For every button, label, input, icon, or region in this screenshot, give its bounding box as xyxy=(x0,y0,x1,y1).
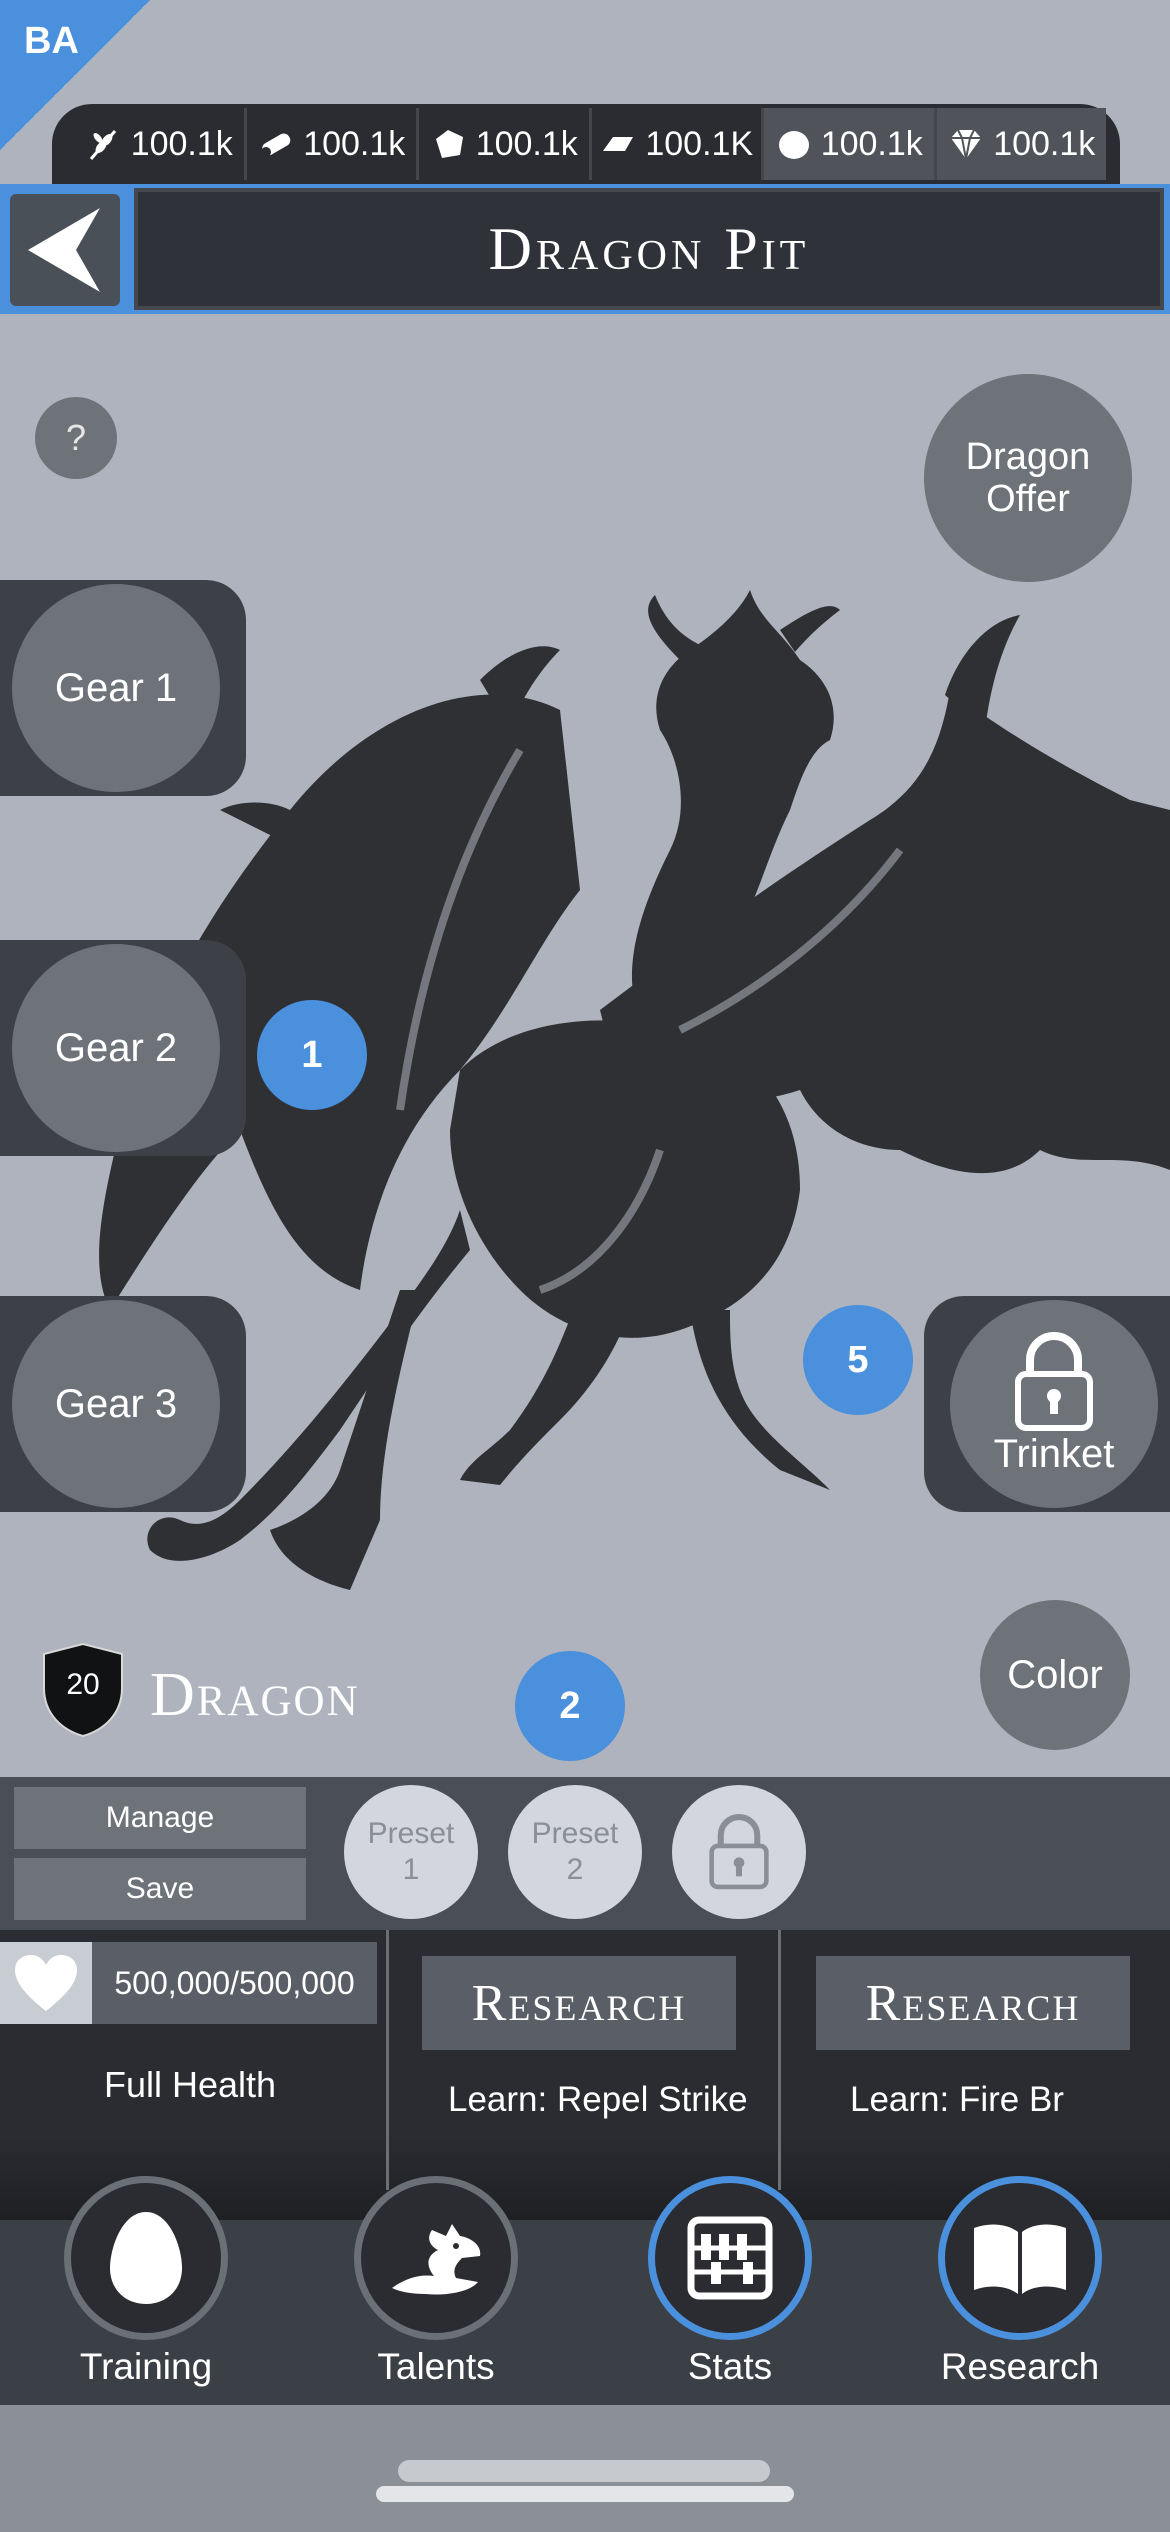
resource-food[interactable]: 100.1k xyxy=(74,108,247,180)
home-indicator-shadow xyxy=(398,2460,770,2482)
manage-button[interactable]: Manage xyxy=(14,1787,306,1849)
dragon-level: 20 xyxy=(66,1668,100,1701)
nav-stats-label: Stats xyxy=(687,2346,773,2387)
resource-gems[interactable]: 100.1k xyxy=(936,108,1106,180)
gear-3-button[interactable]: Gear 3 xyxy=(12,1300,220,1508)
trinket-button[interactable]: Trinket xyxy=(950,1300,1158,1508)
log-icon xyxy=(257,125,295,163)
resource-iron[interactable]: 100.1K xyxy=(592,108,764,180)
tutorial-step-2: 2 xyxy=(515,1651,625,1761)
gem-icon xyxy=(947,125,985,163)
save-button[interactable]: Save xyxy=(14,1858,306,1920)
heart-icon xyxy=(15,1955,77,2011)
resource-iron-value: 100.1K xyxy=(645,124,754,163)
dragon-offer-line2: Offer xyxy=(986,478,1070,520)
research-slot-1-button[interactable]: Research xyxy=(422,1956,736,2050)
resource-gold[interactable]: 100.1k xyxy=(764,108,937,180)
trinket-label: Trinket xyxy=(993,1431,1115,1476)
lock-icon xyxy=(709,1814,769,1890)
nav-research-button[interactable] xyxy=(938,2176,1102,2340)
resource-wood-value: 100.1k xyxy=(303,124,406,163)
back-button[interactable] xyxy=(10,194,120,306)
resource-gold-value: 100.1k xyxy=(820,124,923,163)
dragon-offer-line1: Dragon xyxy=(965,436,1091,478)
nav-training-button[interactable] xyxy=(64,2176,228,2340)
tutorial-step-5: 5 xyxy=(803,1305,913,1415)
health-value: 500,000/500,000 xyxy=(92,1942,377,2024)
corner-badge-label: BA xyxy=(24,20,79,62)
resource-bar: 100.1k 100.1k 100.1k 100.1K 100.1k 100.1… xyxy=(52,104,1120,184)
tutorial-step-1: 1 xyxy=(257,1000,367,1110)
gear-2-button[interactable]: Gear 2 xyxy=(12,944,220,1152)
resource-stone-value: 100.1k xyxy=(475,124,578,163)
resource-gems-value: 100.1k xyxy=(993,124,1096,163)
ingot-icon xyxy=(599,125,637,163)
research-slot-2-button[interactable]: Research xyxy=(816,1956,1130,2050)
dragon-name: Dragon xyxy=(150,1661,360,1729)
panel-divider xyxy=(778,1930,781,2190)
dragon-head-icon xyxy=(392,2224,481,2295)
resource-food-value: 100.1k xyxy=(130,124,233,163)
gear-1-button[interactable]: Gear 1 xyxy=(12,584,220,792)
page-title: Dragon Pit xyxy=(488,215,810,282)
locked-preset-button[interactable] xyxy=(672,1785,806,1919)
page-title-box: Dragon Pit xyxy=(134,188,1164,310)
preset-2-line2: 2 xyxy=(566,1853,584,1886)
nav-talents-button[interactable] xyxy=(354,2176,518,2340)
egg-icon xyxy=(110,2212,182,2304)
heart-icon-box xyxy=(0,1942,92,2024)
nav-talents-label: Talents xyxy=(377,2346,495,2387)
dragon-offer-button[interactable]: Dragon Offer xyxy=(924,374,1132,582)
abacus-icon xyxy=(687,2216,773,2300)
coin-icon xyxy=(775,125,813,163)
nav-stats-button[interactable] xyxy=(648,2176,812,2340)
preset-1-line1: Preset xyxy=(367,1817,455,1850)
resource-wood[interactable]: 100.1k xyxy=(247,108,419,180)
back-arrow-icon xyxy=(28,208,100,292)
nav-training-label: Training xyxy=(79,2346,213,2387)
research-slot-2-learn: Learn: Fire Br xyxy=(850,2080,1064,2119)
wheat-icon xyxy=(85,125,123,163)
preset-1-line2: 1 xyxy=(402,1853,420,1886)
home-indicator[interactable] xyxy=(376,2486,794,2502)
research-slot-1-learn: Learn: Repel Strike xyxy=(448,2080,748,2119)
stone-icon xyxy=(430,125,468,163)
color-button[interactable]: Color xyxy=(980,1600,1130,1750)
health-status: Full Health xyxy=(103,2064,277,2105)
panel-divider xyxy=(386,1930,389,2190)
preset-2-line1: Preset xyxy=(531,1817,619,1850)
nav-research-label: Research xyxy=(940,2346,1100,2387)
help-button[interactable]: ? xyxy=(35,397,117,479)
book-icon xyxy=(974,2224,1066,2294)
lock-icon xyxy=(1015,1331,1093,1431)
preset-1-button[interactable]: Preset 1 xyxy=(344,1785,478,1919)
resource-stone[interactable]: 100.1k xyxy=(419,108,592,180)
preset-2-button[interactable]: Preset 2 xyxy=(508,1785,642,1919)
